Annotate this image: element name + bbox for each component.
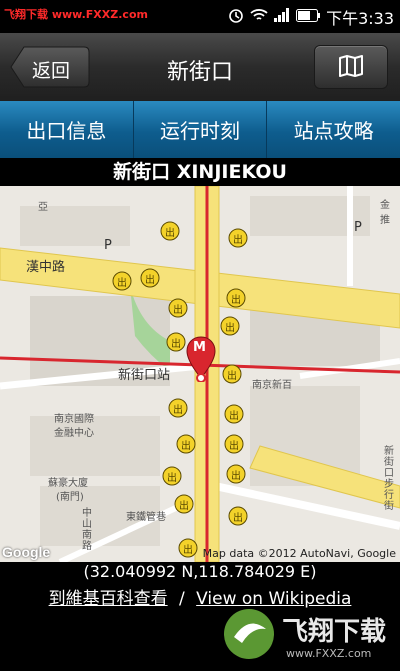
exit-marker[interactable]: 出 — [229, 407, 239, 422]
exit-marker[interactable]: 出 — [183, 541, 193, 556]
poi-label-finance-2: 金融中心 — [54, 428, 94, 439]
exit-marker[interactable]: 出 — [229, 437, 239, 452]
watermark-url: www.FXXZ.com — [286, 647, 372, 660]
status-icons: 下午3:33 — [228, 5, 394, 29]
status-time: 下午3:33 — [326, 9, 394, 28]
road-label-zhongshan: 中山南路 — [82, 508, 92, 552]
parking-icon: P — [354, 220, 362, 235]
watermark-top: 飞翔下载 www.FXXZ.com — [4, 8, 148, 21]
status-bar: 飞翔下载 www.FXXZ.com 下午3:33 — [0, 0, 400, 33]
link-separator: / — [179, 589, 185, 609]
map-attribution: Map data ©2012 AutoNavi, Google — [202, 547, 396, 560]
exit-marker[interactable]: 出 — [233, 509, 243, 524]
tab-station-guide[interactable]: 站点攻略 — [267, 101, 400, 158]
poi-label-xinbai: 南京新百 — [252, 380, 292, 391]
watermark-brand: 飞翔下载 — [282, 617, 387, 647]
exit-marker[interactable]: 出 — [117, 274, 127, 289]
exit-marker[interactable]: 出 — [145, 271, 155, 286]
signal-icon — [274, 8, 290, 26]
exit-marker[interactable]: 出 — [227, 367, 237, 382]
poi-label-top-right: 金 推 — [380, 200, 390, 226]
exit-marker[interactable]: 出 — [231, 467, 241, 482]
exit-marker[interactable]: 出 — [231, 291, 241, 306]
coordinates-text: (32.040992 N,118.784029 E) — [83, 562, 317, 581]
tab-schedule[interactable]: 运行时刻 — [133, 101, 268, 158]
poi-label-suhu: 蘇豪大廈 — [48, 478, 88, 489]
exit-marker[interactable]: 出 — [171, 335, 181, 350]
exit-marker[interactable]: 出 — [233, 231, 243, 246]
exit-marker[interactable]: 出 — [225, 319, 235, 334]
watermark-logo-icon — [224, 609, 274, 659]
tab-exit-info[interactable]: 出口信息 — [0, 101, 134, 158]
exit-marker[interactable]: 出 — [165, 224, 175, 239]
battery-icon — [296, 8, 321, 26]
station-label: 新街口站 — [118, 368, 171, 383]
parking-icon: P — [104, 238, 112, 253]
metro-icon: M — [193, 340, 206, 355]
exit-marker[interactable]: 出 — [173, 301, 183, 316]
exit-marker[interactable]: 出 — [181, 437, 191, 452]
wifi-icon — [250, 8, 268, 26]
exit-marker[interactable]: 出 — [167, 469, 177, 484]
title-bar: 返回 新街口 — [0, 33, 400, 102]
map-view-button[interactable] — [314, 45, 388, 89]
poi-label-qiao: 亞 — [38, 202, 48, 213]
station-title: 新街口 XINJIEKOU — [0, 158, 400, 186]
station-map[interactable]: 出 出 出 出 出 出 出 出 出 出 出 出 出 出 出 出 出 出 P P … — [0, 186, 400, 562]
road-label-hanzhong: 漢中路 — [26, 260, 66, 275]
wiki-zh-link[interactable]: 到維基百科查看 — [49, 589, 168, 609]
poi-label-finance: 南京國際 — [54, 414, 94, 425]
watermark-bottom: 飞翔下载 www.FXXZ.com — [222, 605, 392, 665]
road-label-pedestrian: 新街口步行街 — [384, 446, 394, 512]
road-label-dongshan: 東鐵管巷 — [126, 512, 166, 523]
map-icon — [339, 55, 363, 77]
tab-bar: 出口信息 运行时刻 站点攻略 — [0, 101, 400, 158]
exit-marker[interactable]: 出 — [179, 497, 189, 512]
google-logo: Google — [2, 544, 51, 560]
exit-marker[interactable]: 出 — [173, 401, 183, 416]
alarm-icon — [228, 7, 244, 27]
poi-label-suhu-2: (南門) — [56, 492, 84, 503]
